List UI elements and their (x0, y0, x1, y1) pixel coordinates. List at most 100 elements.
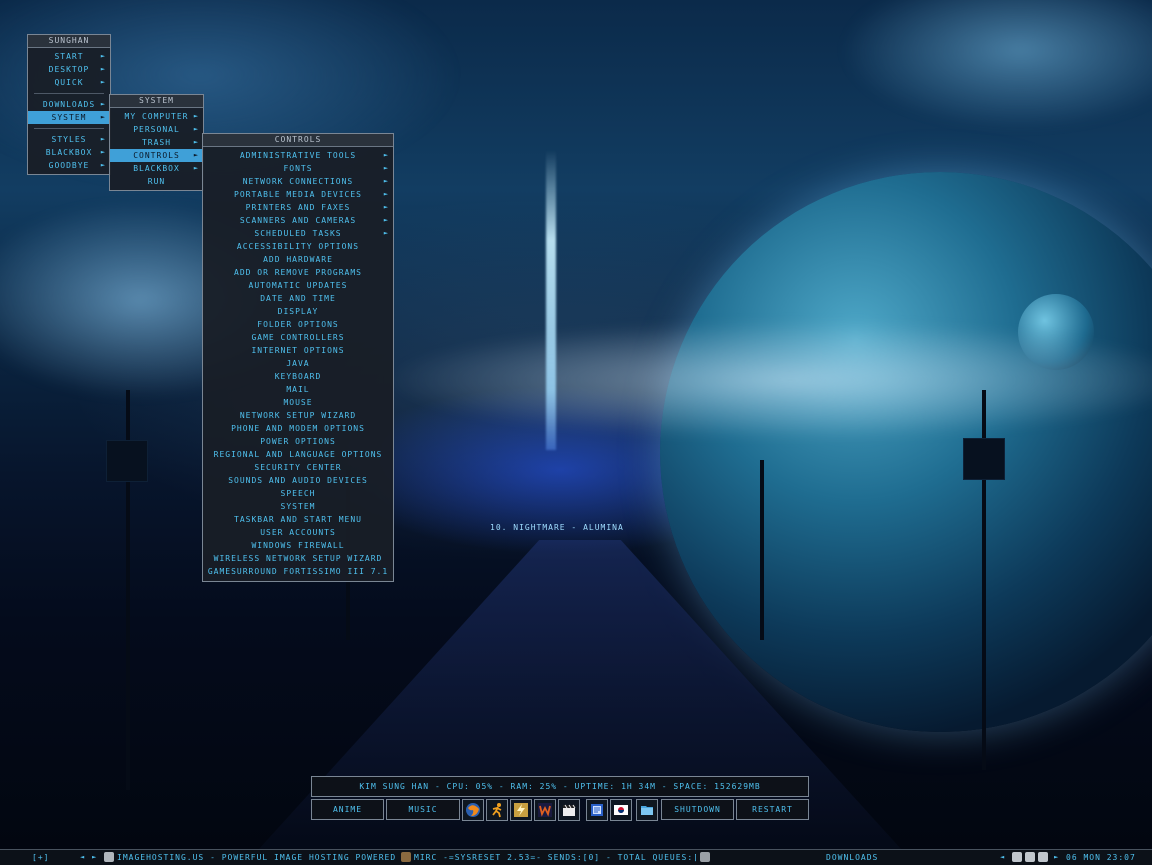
menu-item-label: Network Connections (242, 177, 354, 186)
menu-item-label: Desktop (48, 65, 90, 74)
menu-item-add-hardware[interactable]: Add Hardware (203, 253, 393, 266)
menu-item-portable-media-devices[interactable]: Portable Media Devices ► (203, 188, 393, 201)
menu-item-display[interactable]: Display (203, 305, 393, 318)
menu-item-label: Internet Options (251, 346, 345, 355)
taskbar-task-browser[interactable]: imagehosting.us - Powerful Image Hosting… (117, 850, 395, 865)
korea-flag-icon[interactable] (610, 799, 632, 821)
submenu-arrow-icon: ► (100, 78, 106, 86)
winamp-icon[interactable] (534, 799, 556, 821)
menu-item-scheduled-tasks[interactable]: Scheduled Tasks ► (203, 227, 393, 240)
menu-item-power-options[interactable]: Power Options (203, 435, 393, 448)
menu-item-label: Quick (54, 78, 84, 87)
menu-item-fonts[interactable]: Fonts ► (203, 162, 393, 175)
menu-item-regional-and-language-options[interactable]: Regional and Language Options (203, 448, 393, 461)
menu-item-label: Goodbye (48, 161, 90, 170)
menu-item-game-controllers[interactable]: Game Controllers (203, 331, 393, 344)
menu-item-desktop[interactable]: Desktop ► (28, 63, 110, 76)
menu-item-taskbar-and-start-menu[interactable]: Taskbar and Start Menu (203, 513, 393, 526)
taskbar-next-arrow-icon[interactable]: ► (92, 850, 97, 865)
menu-item-trash[interactable]: Trash ► (110, 136, 203, 149)
menu-item-label: Personal (133, 125, 180, 134)
menu-item-administrative-tools[interactable]: Administrative Tools ► (203, 149, 393, 162)
menu-item-styles[interactable]: Styles ► (28, 133, 110, 146)
menu-item-downloads[interactable]: Downloads ► (28, 98, 110, 111)
controls-menu-title: Controls (203, 134, 393, 147)
submenu-arrow-icon: ► (100, 113, 106, 121)
taskbar-menu-button[interactable]: [+] (32, 850, 49, 865)
shutdown-button[interactable]: Shutdown (661, 799, 734, 820)
menu-item-goodbye[interactable]: Goodbye ► (28, 159, 110, 172)
menu-item-quick[interactable]: Quick ► (28, 76, 110, 89)
submenu-arrow-icon: ► (383, 177, 389, 185)
clapperboard-icon[interactable] (558, 799, 580, 821)
menu-item-run[interactable]: Run (110, 175, 203, 188)
taskbar-workspace-label[interactable]: Downloads (826, 850, 878, 865)
taskbar-task-mirc[interactable]: mIRC -=SysReset 2.53=- Sends:[0] - Total… (414, 850, 696, 865)
tray-icon[interactable] (1025, 852, 1035, 862)
submenu-arrow-icon: ► (383, 203, 389, 211)
menu-item-label: Mouse (283, 398, 313, 407)
menu-item-label: Display (277, 307, 319, 316)
runner-icon[interactable] (486, 799, 508, 821)
menu-item-label: Printers and Faxes (245, 203, 351, 212)
menu-item-label: Start (54, 52, 84, 61)
menu-item-date-and-time[interactable]: Date and Time (203, 292, 393, 305)
menu-item-my-computer[interactable]: My Computer ► (110, 110, 203, 123)
firefox-icon[interactable] (462, 799, 484, 821)
menu-item-security-center[interactable]: Security Center (203, 461, 393, 474)
menu-item-personal[interactable]: Personal ► (110, 123, 203, 136)
submenu-arrow-icon: ► (100, 52, 106, 60)
submenu-arrow-icon: ► (193, 151, 199, 159)
menu-item-label: Power Options (260, 437, 336, 446)
menu-item-network-setup-wizard[interactable]: Network Setup Wizard (203, 409, 393, 422)
system-stats-bar: Kim Sung Han - CPU: 05% - RAM: 25% - Upt… (311, 776, 809, 797)
menu-item-internet-options[interactable]: Internet Options (203, 344, 393, 357)
menu-item-accessibility-options[interactable]: Accessibility Options (203, 240, 393, 253)
lightning-icon[interactable] (510, 799, 532, 821)
system-menu-title: System (110, 95, 203, 108)
menu-item-add-or-remove-programs[interactable]: Add or Remove Programs (203, 266, 393, 279)
menu-item-java[interactable]: Java (203, 357, 393, 370)
menu-item-network-connections[interactable]: Network Connections ► (203, 175, 393, 188)
menu-item-label: Phone and Modem Options (231, 424, 365, 433)
menu-item-system[interactable]: System (203, 500, 393, 513)
menu-item-scanners-and-cameras[interactable]: Scanners and Cameras ► (203, 214, 393, 227)
menu-item-system[interactable]: System ► (28, 111, 110, 124)
submenu-arrow-icon: ► (100, 148, 106, 156)
menu-item-mouse[interactable]: Mouse (203, 396, 393, 409)
music-button[interactable]: Music (386, 799, 460, 820)
desktop-menu: Sunghan Start ► Desktop ► Quick ► Downloads… (27, 34, 111, 175)
anime-button[interactable]: Anime (311, 799, 384, 820)
menu-item-phone-and-modem-options[interactable]: Phone and Modem Options (203, 422, 393, 435)
menu-item-controls[interactable]: Controls ► (110, 149, 203, 162)
menu-item-speech[interactable]: Speech (203, 487, 393, 500)
tray-next-arrow-icon[interactable]: ► (1054, 850, 1059, 865)
tray-icon[interactable] (1038, 852, 1048, 862)
tray-prev-arrow-icon[interactable]: ◄ (1000, 850, 1005, 865)
menu-separator (34, 93, 104, 94)
menu-item-printers-and-faxes[interactable]: Printers and Faxes ► (203, 201, 393, 214)
submenu-arrow-icon: ► (100, 135, 106, 143)
system-menu: System My Computer ► Personal ► Trash ► Con… (109, 94, 204, 191)
menu-item-sounds-and-audio-devices[interactable]: Sounds and Audio Devices (203, 474, 393, 487)
menu-item-keyboard[interactable]: Keyboard (203, 370, 393, 383)
menu-item-gamesurround-fortissimo-iii-7-1[interactable]: GameSurround Fortissimo III 7.1 (203, 565, 393, 578)
menu-separator (34, 128, 104, 129)
folder-icon[interactable] (636, 799, 658, 821)
menu-item-start[interactable]: Start ► (28, 50, 110, 63)
tray-icon[interactable] (1012, 852, 1022, 862)
restart-button[interactable]: Restart (736, 799, 809, 820)
menu-item-folder-options[interactable]: Folder Options (203, 318, 393, 331)
menu-item-mail[interactable]: Mail (203, 383, 393, 396)
menu-item-wireless-network-setup-wizard[interactable]: Wireless Network Setup Wizard (203, 552, 393, 565)
menu-item-blackbox[interactable]: Blackbox ► (28, 146, 110, 159)
menu-item-blackbox[interactable]: Blackbox ► (110, 162, 203, 175)
notepad-icon[interactable] (586, 799, 608, 821)
menu-item-user-accounts[interactable]: User Accounts (203, 526, 393, 539)
cloud (380, 320, 1152, 440)
utility-pole-box (106, 440, 148, 482)
cloud (840, 0, 1152, 130)
menu-item-automatic-updates[interactable]: Automatic Updates (203, 279, 393, 292)
menu-item-windows-firewall[interactable]: Windows Firewall (203, 539, 393, 552)
taskbar-prev-arrow-icon[interactable]: ◄ (80, 850, 85, 865)
